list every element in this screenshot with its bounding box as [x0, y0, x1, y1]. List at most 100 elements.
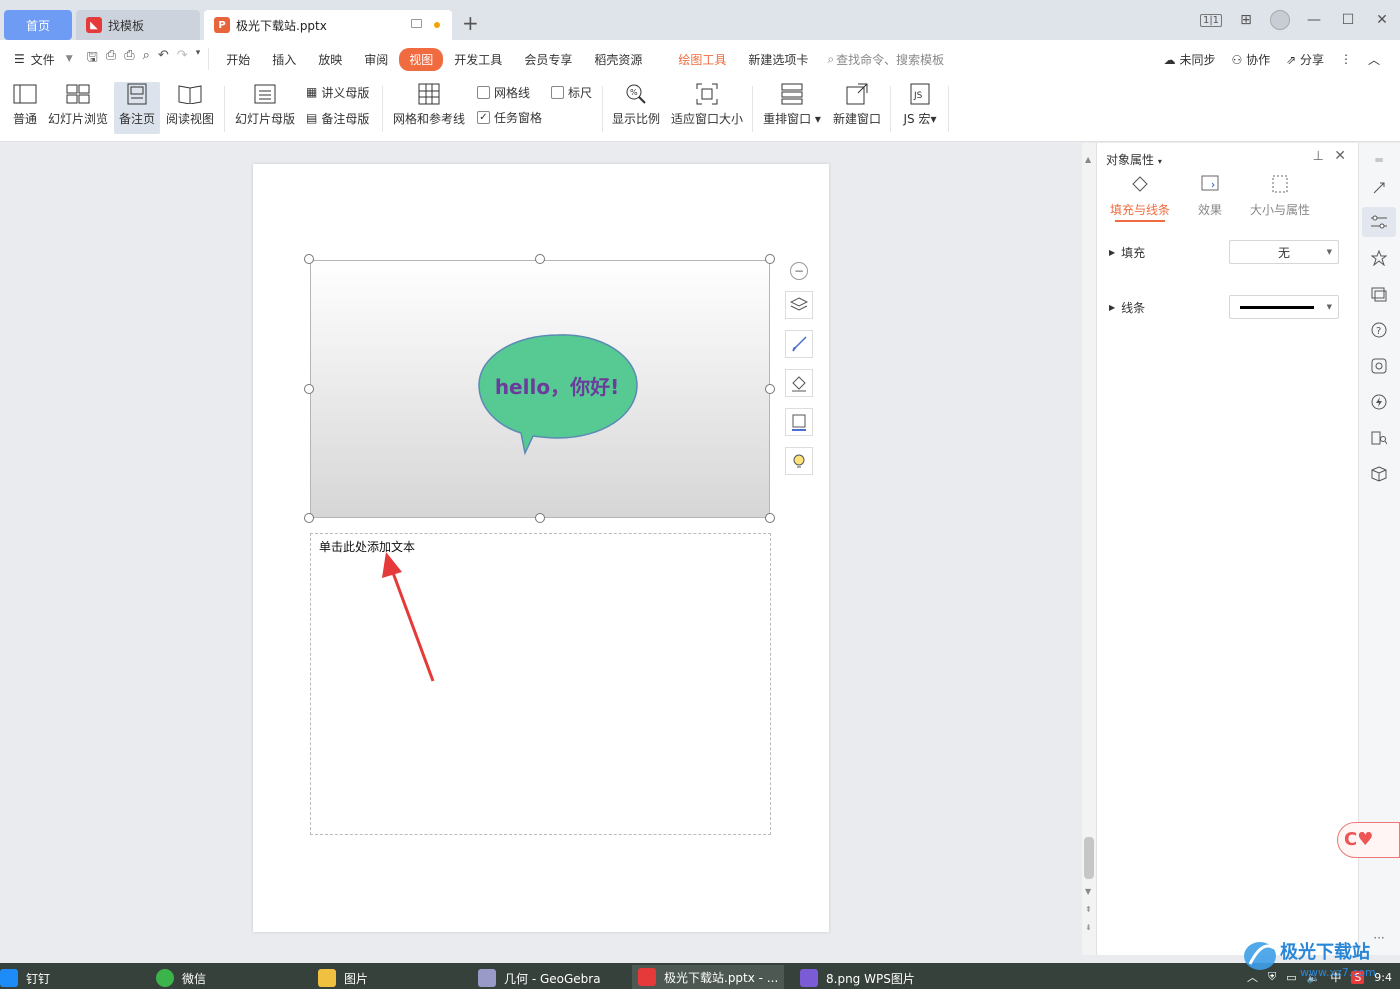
rearrange-window-button[interactable]: 重排窗口 ▾: [760, 82, 824, 134]
taskbar-item-pictures[interactable]: 图片: [318, 969, 368, 987]
grid-guides-button[interactable]: 网格和参考线: [392, 82, 466, 134]
book-search-icon[interactable]: [1368, 427, 1390, 449]
task-pane-checkbox[interactable]: ✓ 任务窗格: [477, 107, 542, 127]
resize-handle-ne[interactable]: [765, 254, 775, 264]
export-pdf-icon[interactable]: ⎙: [106, 48, 116, 70]
print-preview-icon[interactable]: ⌕: [143, 48, 150, 70]
maximize-button[interactable]: ☐: [1338, 12, 1358, 28]
save-icon[interactable]: 🖫: [87, 48, 98, 70]
taskbar-item-wps-image[interactable]: 8.png WPS图片: [800, 969, 915, 987]
rail-menu-icon[interactable]: ═: [1368, 149, 1390, 171]
avatar[interactable]: [1270, 10, 1290, 30]
hamburger-icon[interactable]: ☰: [14, 52, 29, 66]
menu-developer[interactable]: 开发工具: [443, 51, 513, 68]
tab-size-properties[interactable]: 大小与属性: [1245, 173, 1315, 218]
scroll-up-icon[interactable]: ▲: [1085, 155, 1091, 164]
line-style-dropdown[interactable]: ▼: [1229, 295, 1339, 319]
slide-sorter-button[interactable]: 幻灯片浏览: [46, 82, 110, 134]
panel-title[interactable]: 对象属性 ▾: [1106, 151, 1162, 168]
resize-handle-n[interactable]: [535, 254, 545, 264]
menu-slideshow[interactable]: 放映: [307, 51, 353, 68]
chevron-down-icon[interactable]: ▼: [66, 54, 79, 64]
js-macro-button[interactable]: JS JS 宏▾: [898, 82, 942, 134]
menu-insert[interactable]: 插入: [261, 51, 307, 68]
fill-section-toggle[interactable]: ▶ 填充: [1109, 244, 1145, 261]
apps-grid-icon[interactable]: ⊞: [1236, 12, 1256, 28]
fit-window-button[interactable]: 适应窗口大小: [668, 82, 746, 134]
tab-template[interactable]: ◣ 找模板: [76, 10, 200, 40]
gridlines-checkbox[interactable]: 网格线: [477, 82, 530, 102]
ruler-checkbox[interactable]: 标尺: [551, 82, 592, 102]
fill-bucket-icon[interactable]: [785, 369, 813, 397]
minimize-button[interactable]: —: [1304, 12, 1324, 28]
help-icon[interactable]: ?: [1368, 319, 1390, 341]
close-panel-icon[interactable]: ✕: [1334, 148, 1346, 164]
handout-master-button[interactable]: ▦ 讲义母版: [306, 82, 369, 102]
vertical-scrollbar[interactable]: ▲ ▼ ⇞ ⇟: [1082, 143, 1096, 955]
collapse-toolbar-icon[interactable]: −: [790, 262, 808, 280]
print-icon[interactable]: ⎙: [124, 48, 134, 70]
menu-file[interactable]: 文件: [29, 51, 66, 68]
brush-icon[interactable]: [785, 330, 813, 358]
resize-handle-nw[interactable]: [304, 254, 314, 264]
fill-dropdown[interactable]: 无 ▼: [1229, 240, 1339, 264]
box-icon[interactable]: [1368, 463, 1390, 485]
new-tab-button[interactable]: +: [462, 13, 479, 33]
sync-button[interactable]: ☁ 未同步: [1164, 51, 1216, 68]
notes-page-button[interactable]: 备注页: [114, 82, 160, 134]
star-icon[interactable]: [1368, 247, 1390, 269]
rocket-icon[interactable]: [1368, 177, 1390, 199]
tab-home[interactable]: 首页: [4, 10, 72, 40]
lightning-icon[interactable]: [1368, 391, 1390, 413]
zoom-button[interactable]: % 显示比例: [610, 82, 662, 134]
scroll-down-icon[interactable]: ▼: [1085, 887, 1091, 896]
customize-icon[interactable]: ▾: [196, 48, 201, 70]
monitor-icon[interactable]: [411, 19, 422, 28]
taskbar-item-wechat[interactable]: 微信: [156, 969, 206, 987]
close-button[interactable]: ✕: [1372, 12, 1392, 28]
menu-drawing-tools[interactable]: 绘图工具: [667, 51, 737, 68]
menu-daoke[interactable]: 稻壳资源: [583, 51, 653, 68]
ai-icon[interactable]: [1368, 355, 1390, 377]
scroll-thumb[interactable]: [1084, 837, 1094, 879]
resize-handle-e[interactable]: [765, 384, 775, 394]
layout-toggle-icon[interactable]: 1|1: [1200, 13, 1222, 27]
notes-master-button[interactable]: ▤ 备注母版: [306, 108, 369, 128]
more-icon[interactable]: ⋮: [1340, 52, 1352, 66]
taskbar-item-geogebra[interactable]: 几何 - GeoGebra: [478, 969, 601, 987]
menu-view[interactable]: 视图: [399, 47, 444, 71]
line-section-toggle[interactable]: ▶ 线条: [1109, 299, 1145, 316]
normal-view-button[interactable]: 普通: [6, 82, 44, 134]
reading-view-button[interactable]: 阅读视图: [164, 82, 216, 134]
collapse-ribbon-icon[interactable]: ︿: [1368, 51, 1380, 68]
redo-icon[interactable]: ↷: [177, 48, 188, 70]
tab-effects[interactable]: 效果: [1175, 173, 1245, 218]
menu-review[interactable]: 审阅: [353, 51, 399, 68]
tab-fill-line[interactable]: 填充与线条: [1105, 173, 1175, 222]
layers-icon[interactable]: [785, 291, 813, 319]
new-window-button[interactable]: 新建窗口: [830, 82, 884, 134]
collab-button[interactable]: ⚇ 协作: [1231, 51, 1270, 68]
prev-page-icon[interactable]: ⇞: [1085, 905, 1092, 914]
search-icon[interactable]: ⌕: [827, 52, 834, 67]
menu-start[interactable]: 开始: [215, 51, 261, 68]
menu-new-tab[interactable]: 新建选项卡: [737, 51, 819, 68]
slide-thumbnail[interactable]: hello，你好!: [310, 260, 770, 518]
pin-icon[interactable]: ⊥: [1313, 149, 1324, 164]
resize-handle-se[interactable]: [765, 513, 775, 523]
properties-sliders-icon[interactable]: [1362, 207, 1396, 237]
menu-member[interactable]: 会员专享: [513, 51, 583, 68]
share-button[interactable]: ⇗ 分享: [1286, 51, 1324, 68]
slide-master-button[interactable]: 幻灯片母版: [234, 82, 296, 134]
taskbar-item-wps-ppt[interactable]: 极光下载站.pptx - ...: [632, 965, 785, 989]
resize-handle-s[interactable]: [535, 513, 545, 523]
mascot-widget[interactable]: C♥: [1337, 822, 1400, 858]
resize-handle-sw[interactable]: [304, 513, 314, 523]
undo-icon[interactable]: ↶: [158, 48, 169, 70]
taskbar-item-dingtalk[interactable]: 钉钉: [0, 969, 50, 987]
slides-icon[interactable]: [1368, 283, 1390, 305]
command-search-input[interactable]: 查找命令、搜索模板: [836, 51, 944, 68]
border-icon[interactable]: [785, 408, 813, 436]
tab-document[interactable]: P 极光下载站.pptx: [204, 10, 452, 40]
resize-handle-w[interactable]: [304, 384, 314, 394]
